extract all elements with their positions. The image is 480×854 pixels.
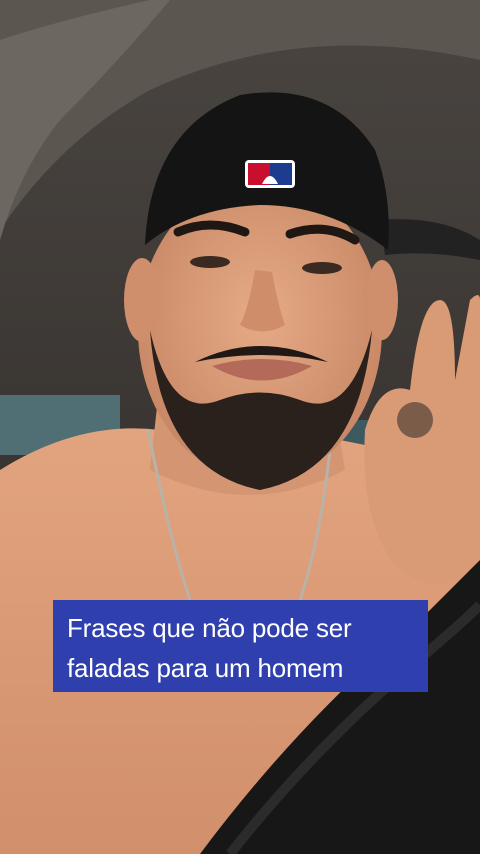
caption-box: Frases que não pode ser faladas para um … bbox=[53, 600, 428, 692]
right-eye bbox=[302, 262, 342, 274]
video-frame: Frases que não pode ser faladas para um … bbox=[0, 0, 480, 854]
left-ear bbox=[124, 258, 160, 342]
left-eye bbox=[190, 256, 230, 268]
right-ear bbox=[366, 260, 398, 340]
ok-ring bbox=[397, 402, 433, 438]
video-scene bbox=[0, 0, 480, 854]
caption-line-1: Frases que não pode ser bbox=[67, 613, 352, 643]
caption-line-2: faladas para um homem bbox=[67, 653, 344, 683]
